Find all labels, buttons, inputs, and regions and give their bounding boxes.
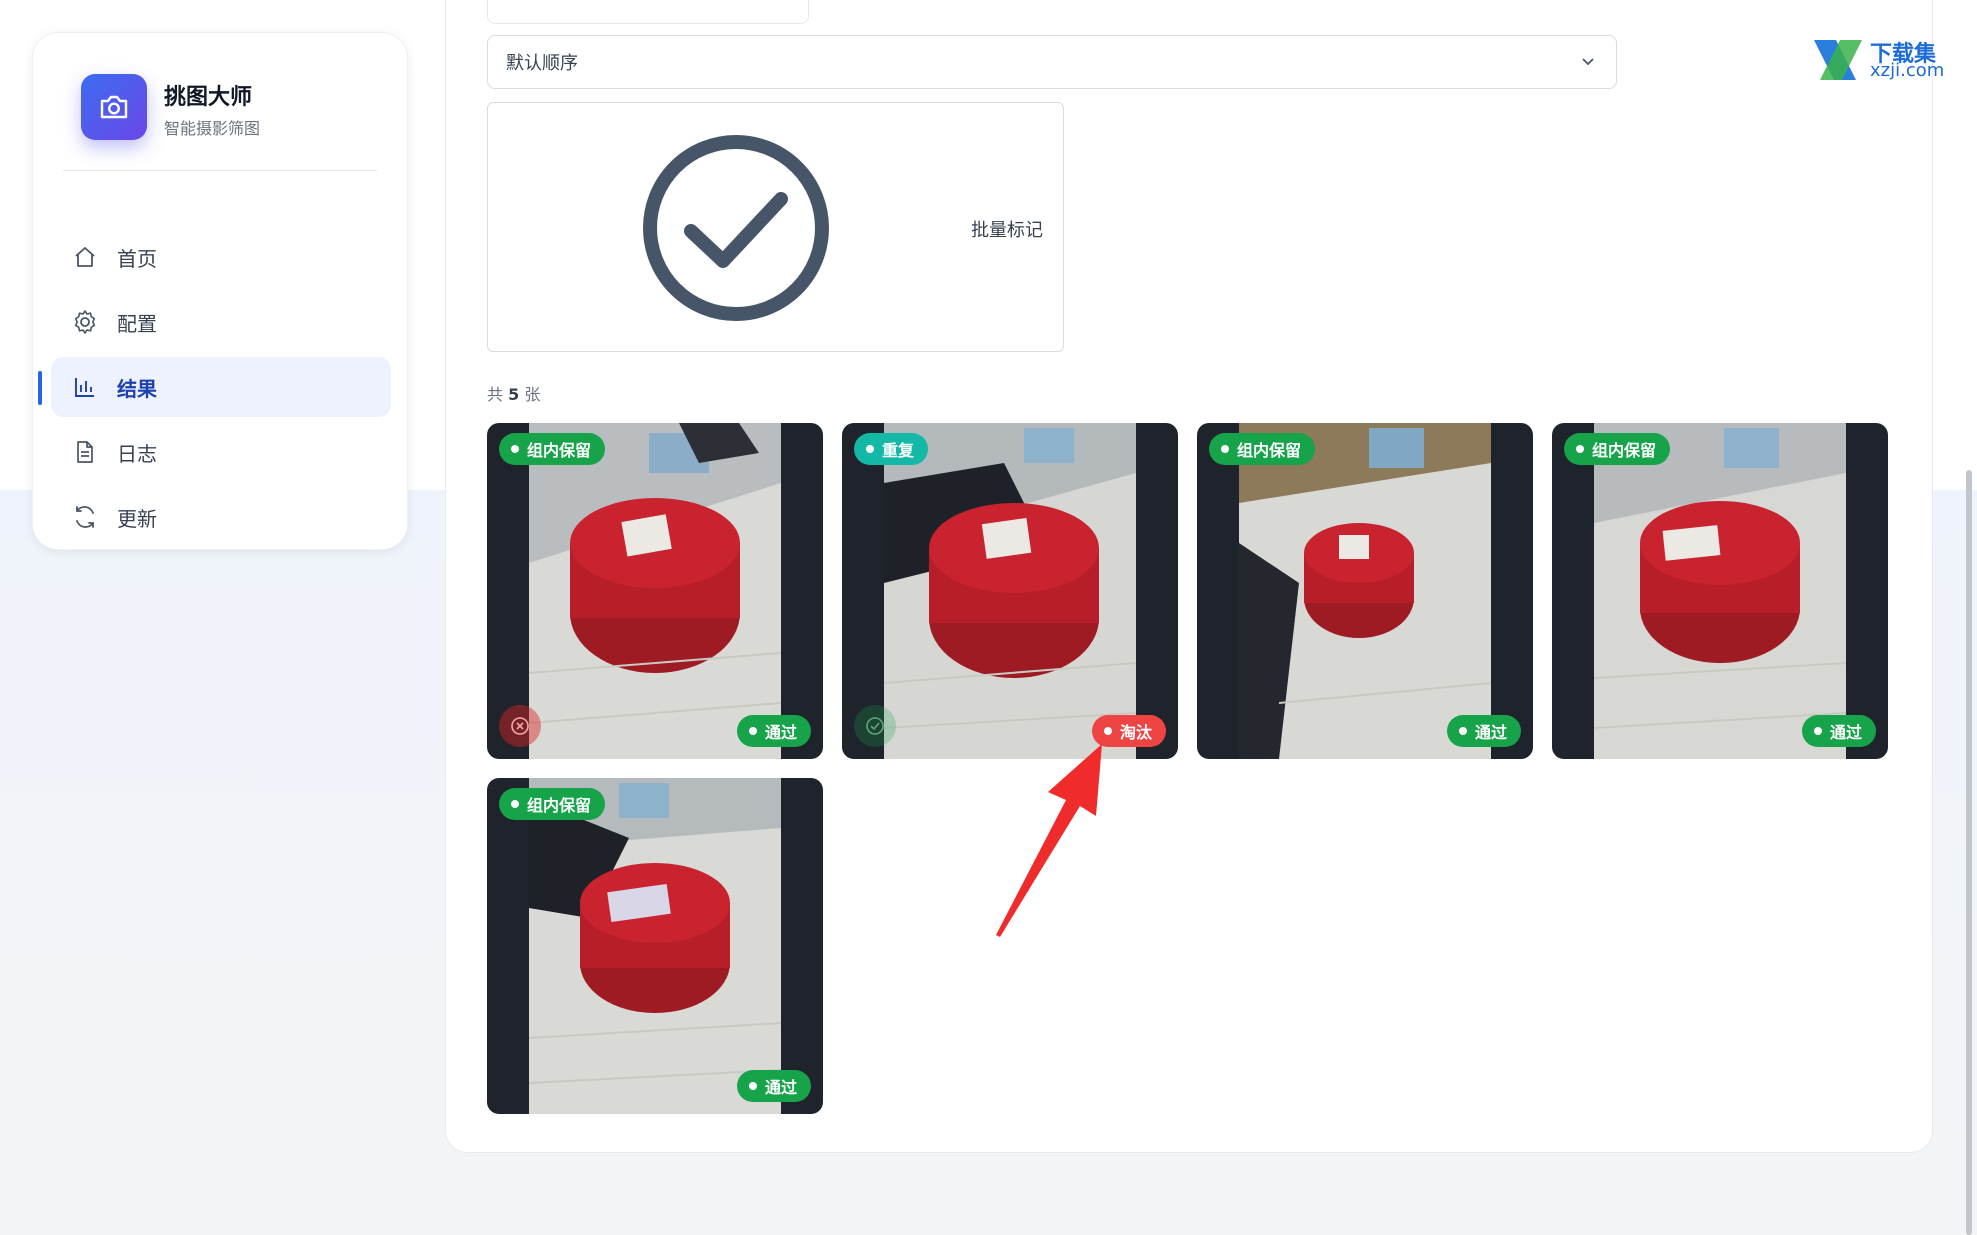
sidebar-item-logs[interactable]: 日志 — [51, 422, 391, 482]
sidebar-item-home[interactable]: 首页 — [51, 227, 391, 287]
x-circle-icon — [511, 717, 529, 735]
sidebar-item-config[interactable]: 配置 — [51, 292, 391, 352]
app-subtitle: 智能摄影筛图 — [164, 119, 261, 138]
photo-thumbnail — [529, 423, 781, 759]
sidebar-item-update[interactable]: 更新 — [51, 487, 391, 547]
sort-select[interactable]: 默认顺序 — [487, 35, 1617, 89]
check-circle-icon — [641, 133, 831, 327]
result-count: 共 5 张 — [487, 385, 541, 404]
sidebar: 挑图大师 智能摄影筛图 首页 配置 结果 日志 更新 — [32, 32, 408, 550]
annotation-arrow-icon — [996, 744, 1102, 937]
app-title: 挑图大师 — [164, 85, 253, 110]
photo-thumbnail — [1594, 423, 1846, 759]
status-badge-pass: 通过 — [736, 1070, 811, 1102]
bar-chart-icon — [71, 373, 99, 401]
photo-thumbnail — [884, 423, 1136, 759]
status-badge-pass: 通过 — [736, 715, 811, 747]
status-badge-group-keep: 组内保留 — [499, 433, 606, 465]
sidebar-item-label: 结果 — [117, 376, 157, 401]
batch-mark-label: 批量标记 — [971, 220, 1043, 241]
sidebar-item-results[interactable]: 结果 — [51, 357, 391, 417]
status-badge-pass: 通过 — [1446, 715, 1521, 747]
photo-card[interactable]: 重复 淘汰 — [842, 423, 1178, 759]
refresh-icon — [71, 503, 99, 531]
photo-card[interactable]: 组内保留 通过 — [487, 423, 823, 759]
photo-thumbnail — [529, 778, 781, 1114]
sidebar-item-label: 首页 — [117, 246, 157, 271]
watermark-url: xzji.com — [1870, 60, 1945, 81]
camera-icon — [81, 74, 147, 140]
photo-card[interactable]: 组内保留 通过 — [1197, 423, 1533, 759]
sort-select-value: 默认顺序 — [506, 53, 578, 74]
home-icon — [71, 243, 99, 271]
reject-toggle[interactable] — [499, 705, 541, 747]
chevron-down-icon — [1578, 52, 1598, 77]
scrollbar[interactable] — [1966, 470, 1972, 1235]
sidebar-item-label: 配置 — [117, 311, 157, 336]
pass-toggle[interactable] — [854, 705, 896, 747]
sidebar-divider — [63, 170, 377, 171]
document-icon — [71, 438, 99, 466]
check-circle-icon — [866, 717, 884, 735]
status-badge-duplicate: 重复 — [854, 433, 929, 465]
photo-card[interactable]: 组内保留 通过 — [487, 778, 823, 1114]
sidebar-item-label: 日志 — [117, 441, 157, 466]
photo-thumbnail — [1239, 423, 1491, 759]
sidebar-item-label: 更新 — [117, 506, 157, 531]
batch-mark-button[interactable]: 批量标记 — [487, 102, 1064, 352]
gear-icon — [71, 308, 99, 336]
active-indicator — [38, 371, 42, 405]
status-badge-group-keep: 组内保留 — [1564, 433, 1671, 465]
status-badge-group-keep: 组内保留 — [1209, 433, 1316, 465]
filter-input[interactable] — [487, 0, 809, 24]
photo-card[interactable]: 组内保留 通过 — [1552, 423, 1888, 759]
status-badge-pass: 通过 — [1801, 715, 1876, 747]
status-badge-group-keep: 组内保留 — [499, 788, 606, 820]
